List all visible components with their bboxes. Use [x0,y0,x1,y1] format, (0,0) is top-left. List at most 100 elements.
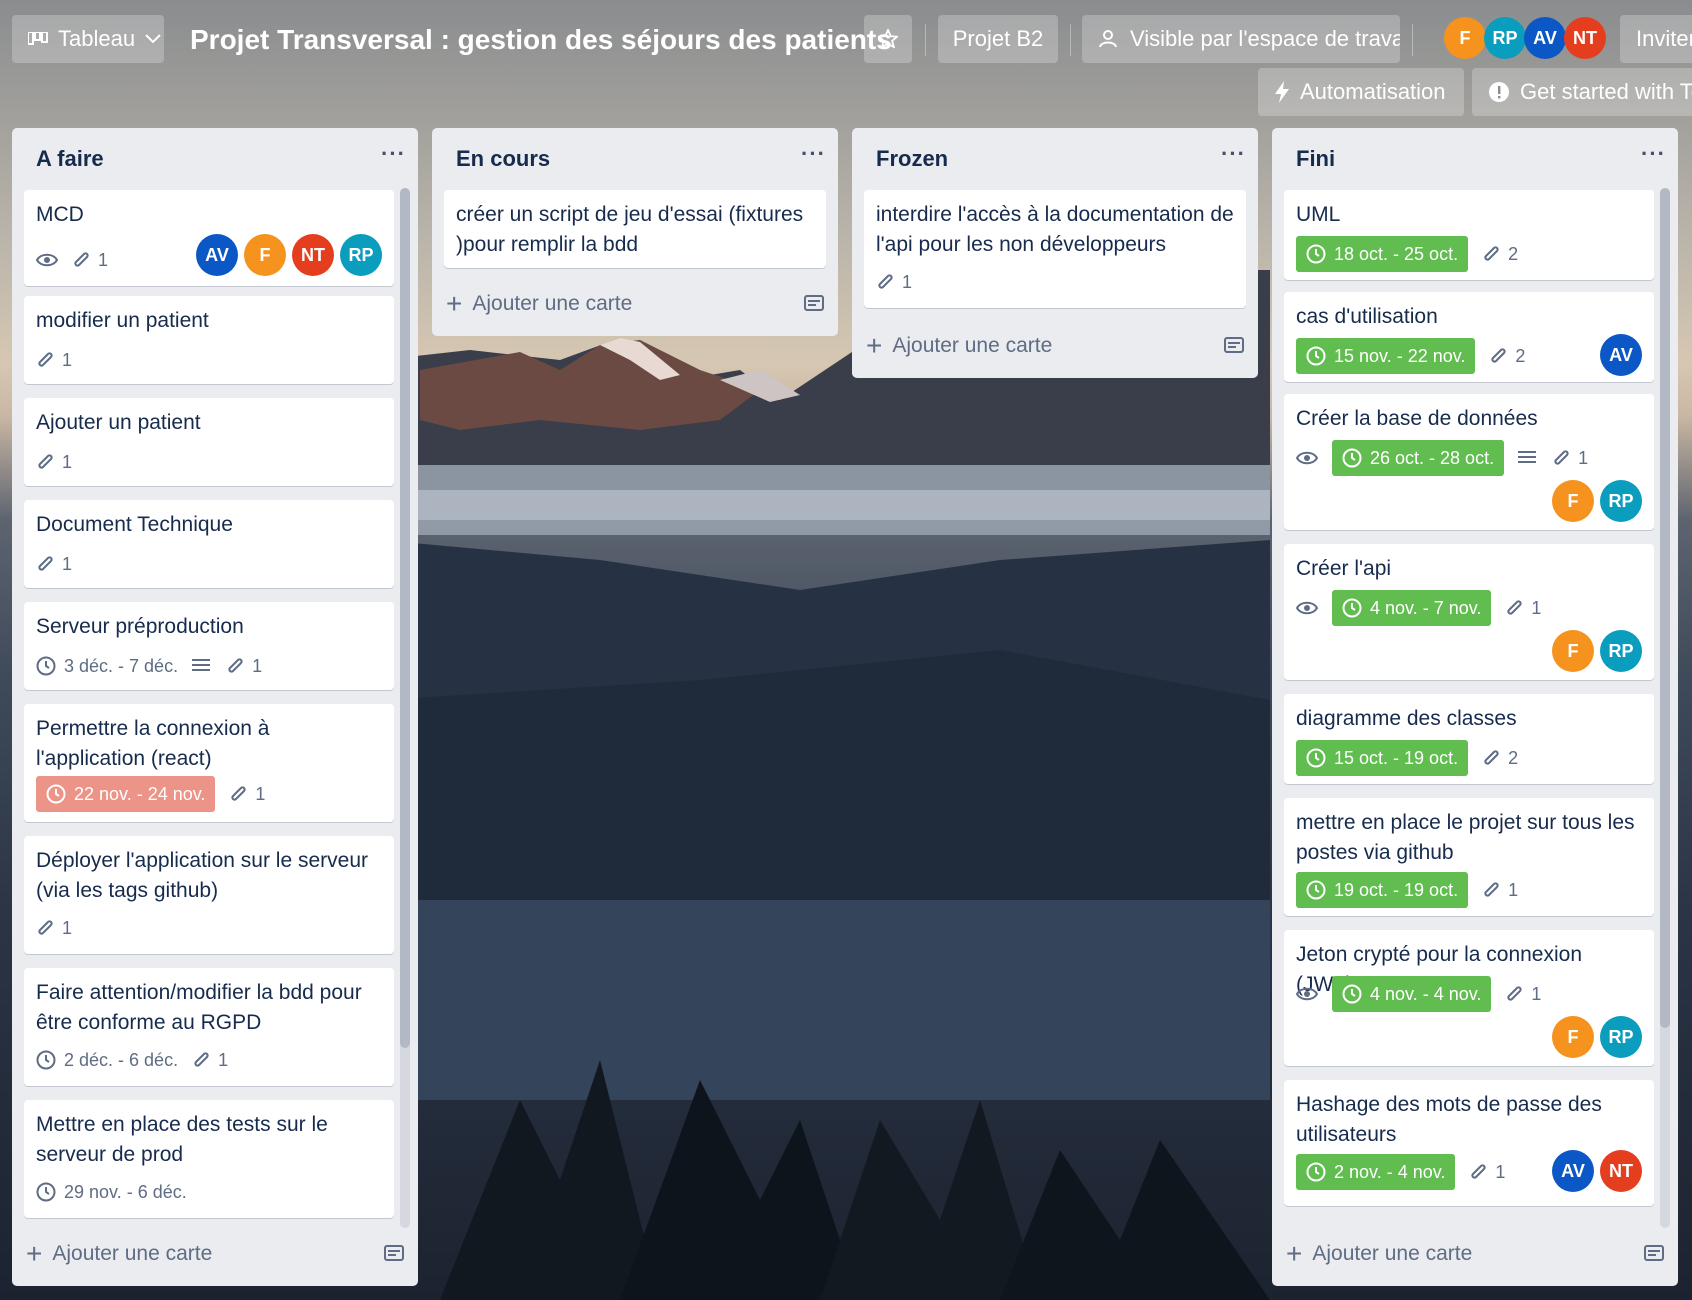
due-date-badge[interactable]: 4 nov. - 4 nov. [1332,976,1492,1012]
card[interactable]: MCD 1 AV F NT RP [24,190,394,286]
card-member-avatar[interactable]: F [1552,630,1594,672]
card-title: Ajouter un patient [36,411,201,434]
card[interactable]: cas d'utilisation 15 nov. - 22 nov. 2 AV [1284,292,1654,382]
card[interactable]: créer un script de jeu d'essai (fixtures… [444,190,826,268]
card[interactable]: Créer la base de données 26 oct. - 28 oc… [1284,394,1654,530]
card-member-avatar[interactable]: RP [1600,1016,1642,1058]
view-switcher-button[interactable]: Tableau [12,15,164,63]
member-avatar[interactable]: F [1444,17,1486,59]
attachment-badge: 1 [1469,1162,1505,1183]
add-card-button[interactable]: + Ajouter une carte [1286,1232,1664,1276]
list-menu-button[interactable]: ··· [381,141,406,177]
due-date-badge[interactable]: 15 nov. - 22 nov. [1296,338,1476,374]
automation-button[interactable]: Automatisation [1258,68,1464,116]
card[interactable]: interdire l'accès à la documentation de … [864,190,1246,308]
visibility-button[interactable]: Visible par l'espace de travail [1082,15,1400,63]
card-template-icon[interactable] [1644,1245,1664,1263]
attachment-badge: 1 [229,784,265,805]
card-member-avatar[interactable]: AV [1552,1150,1594,1192]
due-date-badge[interactable]: 19 oct. - 19 oct. [1296,872,1469,908]
list-menu-button[interactable]: ··· [801,141,826,177]
card-title: Créer la base de données [1296,407,1538,430]
card-member-avatar[interactable]: NT [1600,1150,1642,1192]
card[interactable]: Jeton crypté pour la connexion (JWT) 4 n… [1284,930,1654,1066]
paperclip-icon [229,784,247,804]
member-avatar[interactable]: RP [1484,17,1526,59]
get-started-label: Get started with Te [1520,79,1692,104]
card-member-avatar[interactable]: F [1552,480,1594,522]
header-separator [1412,24,1413,56]
list-menu-button[interactable]: ··· [1221,141,1246,177]
clock-icon [46,784,66,804]
card-member-avatar[interactable]: RP [1600,480,1642,522]
add-card-label: Ajouter une carte [892,334,1053,357]
board-title[interactable]: Projet Transversal : gestion des séjours… [190,16,892,64]
card[interactable]: modifier un patient 1 [24,296,394,384]
invite-button[interactable]: Inviter [1620,15,1692,63]
card-member-avatar[interactable]: AV [1600,334,1642,376]
card[interactable]: Document Technique 1 [24,500,394,588]
card-template-icon[interactable] [804,295,824,313]
list-scrollbar[interactable] [1660,188,1670,1228]
clock-icon [1342,448,1362,468]
list-menu-button[interactable]: ··· [1641,141,1666,177]
member-avatar[interactable]: NT [1564,17,1606,59]
due-date-badge: 2 déc. - 6 déc. [36,1042,178,1078]
add-card-button[interactable]: + Ajouter une carte [446,282,824,326]
due-date-badge[interactable]: 22 nov. - 24 nov. [36,776,216,812]
add-card-button[interactable]: + Ajouter une carte [866,324,1244,368]
due-date-badge[interactable]: 4 nov. - 7 nov. [1332,590,1492,626]
watch-icon [36,253,58,267]
card[interactable]: Déployer l'application sur le serveur (v… [24,836,394,954]
card[interactable]: mettre en place le projet sur tous les p… [1284,798,1654,916]
paperclip-icon [876,272,894,292]
workspace-button[interactable]: Projet B2 [938,15,1058,63]
member-avatar[interactable]: AV [1524,17,1566,59]
card[interactable]: Faire attention/modifier la bdd pour êtr… [24,968,394,1086]
card-template-icon[interactable] [1224,337,1244,355]
card-member-avatar[interactable]: RP [340,234,382,276]
list-scrollbar[interactable] [400,188,410,1228]
card[interactable]: Créer l'api 4 nov. - 7 nov. 1 F RP [1284,544,1654,680]
add-card-button[interactable]: + Ajouter une carte [26,1232,404,1276]
clock-icon [1342,598,1362,618]
card[interactable]: Mettre en place des tests sur le serveur… [24,1100,394,1218]
card[interactable]: Serveur préproduction 3 déc. - 7 déc. 1 [24,602,394,690]
star-button[interactable] [864,15,912,63]
card[interactable]: UML 18 oct. - 25 oct. 2 [1284,190,1654,280]
due-date-badge[interactable]: 18 oct. - 25 oct. [1296,236,1469,272]
attachment-badge: 1 [226,656,262,677]
card-member-avatar[interactable]: RP [1600,630,1642,672]
add-card-label: Ajouter une carte [1312,1242,1473,1265]
attachment-badge: 1 [36,918,72,939]
plus-icon: + [26,1238,43,1269]
attachment-badge: 1 [192,1050,228,1071]
card-member-avatar[interactable]: AV [196,234,238,276]
due-date-badge[interactable]: 2 nov. - 4 nov. [1296,1154,1456,1190]
list-title[interactable]: A faire [36,146,104,172]
card-member-avatar[interactable]: NT [292,234,334,276]
list-header: Frozen ··· [876,128,1246,190]
list-title[interactable]: Frozen [876,146,948,172]
list-title[interactable]: Fini [1296,146,1335,172]
due-date-badge[interactable]: 15 oct. - 19 oct. [1296,740,1469,776]
card[interactable]: Hashage des mots de passe des utilisateu… [1284,1080,1654,1206]
card-member-avatar[interactable]: F [244,234,286,276]
add-card-label: Ajouter une carte [52,1242,213,1265]
get-started-button[interactable]: Get started with Te [1472,68,1692,116]
list-title[interactable]: En cours [456,146,550,172]
card-member-avatar[interactable]: F [1552,1016,1594,1058]
board-view-icon [28,32,48,46]
paperclip-icon [192,1050,210,1070]
card-template-icon[interactable] [384,1245,404,1263]
info-icon [1488,81,1510,103]
card[interactable]: Permettre la connexion à l'application (… [24,704,394,822]
list-fini: Fini ··· UML 18 oct. - 25 oct. 2 cas d'u… [1272,128,1678,1286]
attachment-badge: 2 [1482,748,1518,769]
due-date-badge[interactable]: 26 oct. - 28 oct. [1332,440,1505,476]
view-switcher-label: Tableau [58,26,136,51]
attachment-badge: 1 [1482,880,1518,901]
card-title: Faire attention/modifier la bdd pour êtr… [36,981,362,1034]
card[interactable]: diagramme des classes 15 oct. - 19 oct. … [1284,694,1654,784]
card[interactable]: Ajouter un patient 1 [24,398,394,486]
